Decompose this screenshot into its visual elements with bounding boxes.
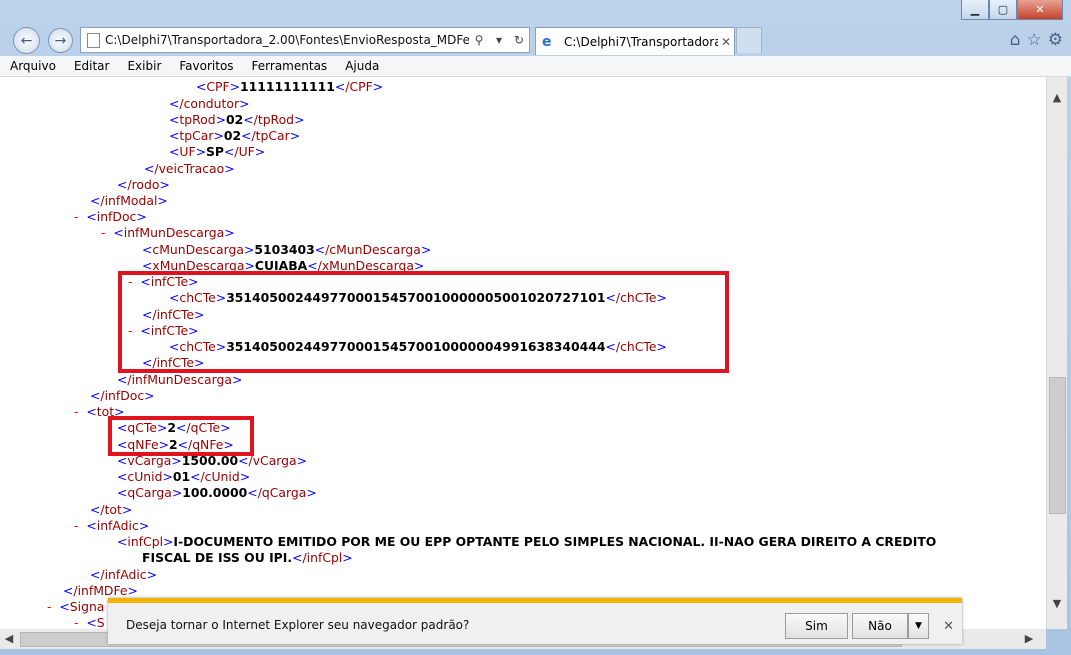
xml-line-uf: <UF>SP</UF> (169, 144, 266, 159)
toolbar-right: ⌂ ☆ ⚙ (1010, 30, 1063, 50)
tab-close-icon[interactable]: ✕ (718, 35, 734, 49)
xml-line-infmundescarga-open[interactable]: - <infMunDescarga> (101, 225, 235, 241)
new-tab-button[interactable] (736, 27, 762, 53)
close-window-button[interactable]: ✕ (1017, 0, 1063, 20)
favorites-star-icon[interactable]: ☆ (1027, 30, 1042, 50)
xml-line-qcarga: <qCarga>100.0000</qCarga> (117, 485, 317, 500)
xml-line-tot-close: </tot> (90, 502, 133, 517)
xml-line-infmodal-close: </infModal> (90, 193, 168, 208)
xml-line-infmundescarga-close: </infMunDescarga> (117, 372, 243, 387)
menu-bar: Arquivo Editar Exibir Favoritos Ferramen… (0, 56, 1071, 77)
dropdown-icon[interactable]: ▾ (489, 33, 509, 47)
xml-line-cpf: <CPF>11111111111</CPF> (196, 79, 384, 94)
menu-ferramentas[interactable]: Ferramentas (242, 59, 336, 73)
vertical-scroll-thumb[interactable] (1049, 377, 1066, 514)
xml-line-veictracao-close: </veicTracao> (144, 161, 235, 176)
xml-line-infdoc-close: </infDoc> (90, 388, 155, 403)
scroll-right-icon[interactable]: ▶ (1020, 629, 1038, 649)
forward-button[interactable]: → (48, 28, 73, 53)
maximize-button[interactable]: ▢ (989, 0, 1017, 20)
chevron-down-icon: ▼ (915, 621, 922, 631)
scroll-up-icon[interactable]: ▲ (1047, 91, 1067, 109)
xml-line-signedinfo-open[interactable]: - <S (74, 615, 105, 629)
default-browser-notification: Deseja tornar o Internet Explorer seu na… (108, 598, 962, 644)
menu-ajuda[interactable]: Ajuda (335, 59, 387, 73)
tab-title: C:\Delphi7\Transportadora... (564, 34, 718, 49)
forward-arrow-icon: → (54, 32, 67, 49)
menu-arquivo[interactable]: Arquivo (0, 59, 64, 73)
xml-line-cunid: <cUnid>01</cUnid> (117, 469, 251, 484)
xml-line-signature-open[interactable]: - <Signa (47, 599, 104, 615)
highlight-box-infcte (118, 271, 729, 373)
xml-line-infdoc-open[interactable]: - <infDoc> (74, 209, 147, 225)
vertical-scrollbar[interactable]: ▲ ▼ (1046, 77, 1067, 629)
no-dropdown-button[interactable]: ▼ (908, 613, 929, 639)
scroll-left-icon[interactable]: ◀ (0, 629, 18, 649)
yes-button[interactable]: Sim (785, 613, 848, 639)
menu-editar[interactable]: Editar (64, 59, 118, 73)
ie-logo-icon: e (542, 33, 552, 50)
close-icon[interactable]: ✕ (943, 619, 954, 634)
back-arrow-icon: ← (20, 32, 33, 49)
xml-line-tpcar: <tpCar>02</tpCar> (169, 128, 301, 143)
address-url[interactable]: C:\Delphi7\Transportadora_2.00\Fontes\En… (81, 33, 469, 47)
highlight-box-totals (108, 416, 254, 456)
search-icon[interactable]: ⚲ (469, 33, 489, 47)
minimize-button[interactable]: ▁ (961, 0, 989, 20)
gear-icon[interactable]: ⚙ (1048, 30, 1063, 50)
home-icon[interactable]: ⌂ (1010, 30, 1021, 50)
browser-window: ▁ ▢ ✕ ← → C:\Delphi7\Transportadora_2.00… (0, 0, 1071, 655)
xml-line-cmundescarga: <cMunDescarga>5103403</cMunDescarga> (142, 242, 432, 257)
menu-favoritos[interactable]: Favoritos (169, 59, 241, 73)
tab-active[interactable]: e C:\Delphi7\Transportadora... ✕ (535, 27, 735, 55)
xml-line-condutor-close: </condutor> (169, 96, 250, 111)
xml-line-infmdfe-close: </infMDFe> (63, 583, 138, 598)
navigation-bar: ← → C:\Delphi7\Transportadora_2.00\Fonte… (0, 24, 1071, 56)
window-controls: ▁ ▢ ✕ (961, 0, 1063, 22)
refresh-icon[interactable]: ↻ (509, 33, 529, 47)
menu-exibir[interactable]: Exibir (117, 59, 169, 73)
no-button[interactable]: Não (852, 613, 908, 639)
xml-line-infadic-open[interactable]: - <infAdic> (74, 518, 149, 534)
xml-viewer: <CPF>11111111111</CPF> </condutor> <tpRo… (0, 77, 1046, 629)
back-button[interactable]: ← (13, 27, 40, 54)
xml-line-infadic-close: </infAdic> (90, 567, 157, 582)
xml-line-infcpl: <infCpl>I-DOCUMENTO EMITIDO POR ME OU EP… (117, 534, 937, 549)
address-bar[interactable]: C:\Delphi7\Transportadora_2.00\Fontes\En… (80, 27, 530, 53)
scroll-down-icon[interactable]: ▼ (1047, 597, 1067, 615)
xml-line-tprod: <tpRod>02</tpRod> (169, 112, 305, 127)
xml-line-rodo-close: </rodo> (117, 177, 170, 192)
notification-message: Deseja tornar o Internet Explorer seu na… (126, 618, 470, 632)
xml-line-infcpl-cont: FISCAL DE ISS OU IPI.</infCpl> (142, 550, 353, 565)
page-icon (87, 33, 100, 48)
